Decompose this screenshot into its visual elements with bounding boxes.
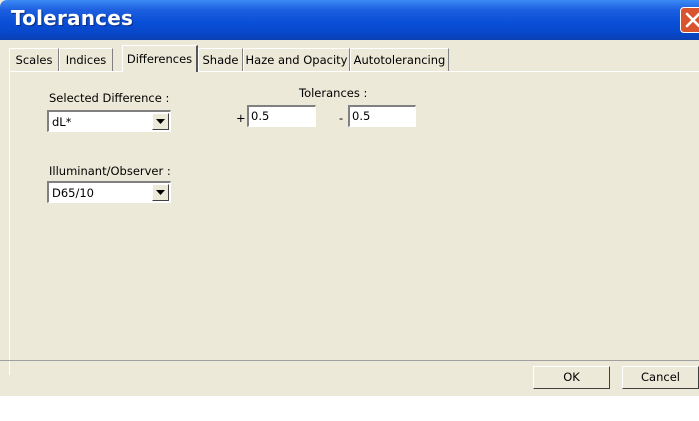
dialog-footer: OK Cancel xyxy=(0,360,699,396)
minus-sign: - xyxy=(339,111,344,125)
tab-shade[interactable]: Shade xyxy=(198,48,243,71)
title-bar[interactable]: Tolerances xyxy=(0,0,699,40)
close-icon xyxy=(685,12,699,28)
ok-button[interactable]: OK xyxy=(533,366,610,389)
chevron-down-icon xyxy=(156,190,165,195)
window-title: Tolerances xyxy=(11,6,134,30)
selected-difference-dropdown[interactable]: dL* xyxy=(47,110,171,132)
minus-tolerance-input[interactable]: 0.5 xyxy=(348,105,416,127)
tab-differences[interactable]: Differences xyxy=(122,45,198,72)
dialog-window: Tolerances Scales Indices Differences Sh… xyxy=(0,0,699,396)
tab-indices[interactable]: Indices xyxy=(59,48,113,71)
tab-autotolerancing[interactable]: Autotolerancing xyxy=(350,48,449,71)
close-button[interactable] xyxy=(680,7,699,33)
tab-scales[interactable]: Scales xyxy=(9,48,59,71)
illuminant-observer-dropdown[interactable]: D65/10 xyxy=(47,181,171,203)
plus-tolerance-input[interactable]: 0.5 xyxy=(247,105,316,127)
selected-difference-value: dL* xyxy=(52,115,72,129)
tab-haze-and-opacity[interactable]: Haze and Opacity xyxy=(243,48,350,71)
dropdown-button[interactable] xyxy=(152,184,169,201)
plus-sign: + xyxy=(236,111,246,125)
cancel-button[interactable]: Cancel xyxy=(622,366,699,389)
chevron-down-icon xyxy=(156,119,165,124)
tolerances-label: Tolerances : xyxy=(299,86,368,100)
dropdown-button[interactable] xyxy=(152,113,169,130)
illuminant-observer-value: D65/10 xyxy=(52,186,94,200)
illuminant-observer-label: Illuminant/Observer : xyxy=(49,164,171,178)
selected-difference-label: Selected Difference : xyxy=(49,91,170,105)
